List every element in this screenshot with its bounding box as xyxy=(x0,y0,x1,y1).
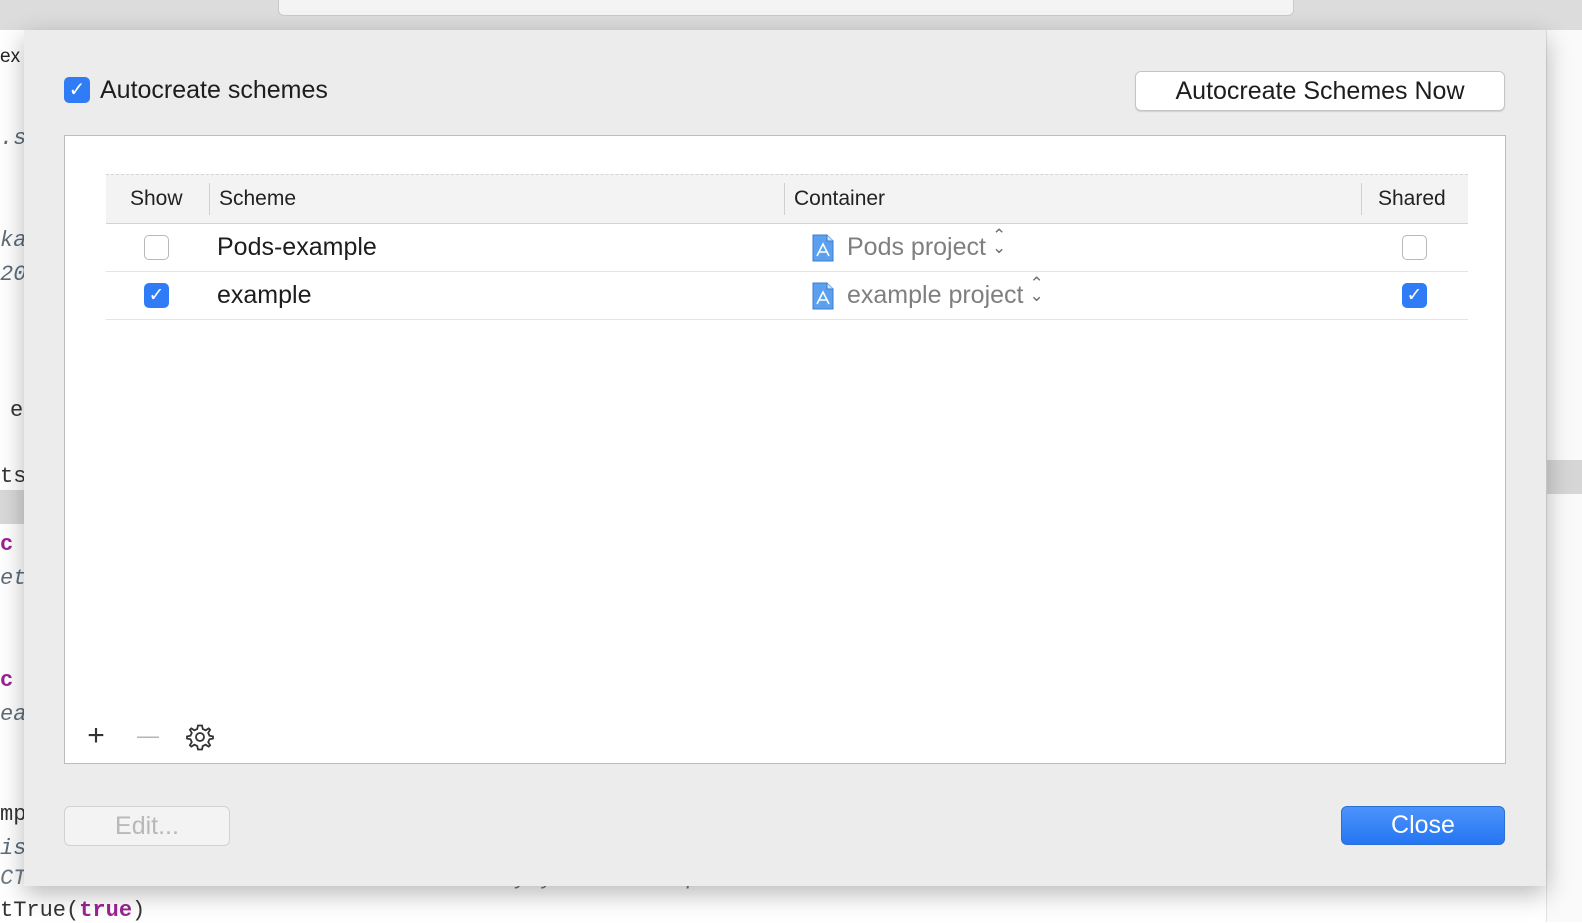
code-fragment: et xyxy=(0,566,24,591)
code-fragment: c xyxy=(0,532,14,557)
autocreate-schemes-label[interactable]: Autocreate schemes xyxy=(100,76,328,105)
table-row[interactable]: Pods-example Pods project ⌃ ⌄ xyxy=(106,224,1468,272)
shared-checkbox[interactable] xyxy=(1402,235,1427,260)
container-name: example project xyxy=(847,281,1024,309)
column-header-show[interactable]: Show xyxy=(130,175,183,223)
popup-stepper-icon: ⌃ ⌄ xyxy=(991,226,1007,257)
line-highlight-marker xyxy=(1547,460,1582,494)
gear-icon[interactable] xyxy=(185,722,215,752)
table-header: Show Scheme Container Shared xyxy=(106,174,1468,224)
code-fragment: ea xyxy=(0,702,24,727)
column-divider[interactable] xyxy=(784,183,785,215)
scheme-name: example xyxy=(217,281,312,309)
code-keyword: true xyxy=(79,898,133,923)
editor-right-gutter xyxy=(1546,30,1582,922)
column-divider[interactable] xyxy=(1361,183,1362,215)
column-header-container[interactable]: Container xyxy=(794,175,885,223)
add-scheme-button[interactable]: + xyxy=(81,721,111,752)
code-fragment: ts xyxy=(0,464,24,489)
autocreate-schemes-now-button[interactable]: Autocreate Schemes Now xyxy=(1135,71,1505,111)
code-fragment: 20 xyxy=(0,262,24,287)
container-popup[interactable]: Pods project ⌃ ⌄ xyxy=(847,224,1006,271)
current-line-highlight xyxy=(0,490,24,524)
remove-scheme-button[interactable]: — xyxy=(133,722,163,752)
close-button[interactable]: Close xyxy=(1341,806,1505,845)
schemes-panel: Show Scheme Container Shared Pods-exampl… xyxy=(64,135,1506,764)
column-header-scheme[interactable]: Scheme xyxy=(219,175,296,223)
activity-viewer xyxy=(278,0,1294,16)
schemes-table: Show Scheme Container Shared Pods-exampl… xyxy=(106,174,1468,320)
column-divider[interactable] xyxy=(209,183,210,215)
code-text: tTrue( xyxy=(0,898,80,923)
scheme-name: Pods-example xyxy=(217,233,377,261)
code-fragment: mp xyxy=(0,802,24,827)
code-text: ) xyxy=(132,898,146,923)
code-line: tTrue(true) xyxy=(0,898,145,923)
window-toolbar xyxy=(0,0,1582,31)
code-fragment: e xyxy=(10,398,24,423)
show-checkbox[interactable]: ✓ xyxy=(144,283,169,308)
column-header-shared[interactable]: Shared xyxy=(1378,175,1446,223)
container-name: Pods project xyxy=(847,233,986,261)
autocreate-schemes-checkbox[interactable]: ✓ xyxy=(64,77,90,103)
code-editor-left-strip: ex .s ka 20 e ts c et c ea mp is xyxy=(0,30,24,922)
code-fragment: c xyxy=(0,668,14,693)
container-popup[interactable]: example project ⌃ ⌄ xyxy=(847,272,1044,319)
table-row[interactable]: ✓ example example project ⌃ ⌄ ✓ xyxy=(106,272,1468,320)
manage-schemes-sheet: ✓ Autocreate schemes Autocreate Schemes … xyxy=(24,30,1546,886)
code-fragment: is xyxy=(0,836,24,861)
shared-checkbox[interactable]: ✓ xyxy=(1402,283,1427,308)
xcode-project-icon xyxy=(812,234,834,262)
code-fragment: .s xyxy=(0,126,24,151)
popup-stepper-icon: ⌃ ⌄ xyxy=(1029,274,1044,305)
show-checkbox[interactable] xyxy=(144,235,169,260)
xcode-project-icon xyxy=(812,282,834,310)
editor-tab-fragment[interactable]: ex xyxy=(0,46,20,68)
edit-scheme-button[interactable]: Edit... xyxy=(64,806,230,846)
code-fragment: ka xyxy=(0,228,24,253)
